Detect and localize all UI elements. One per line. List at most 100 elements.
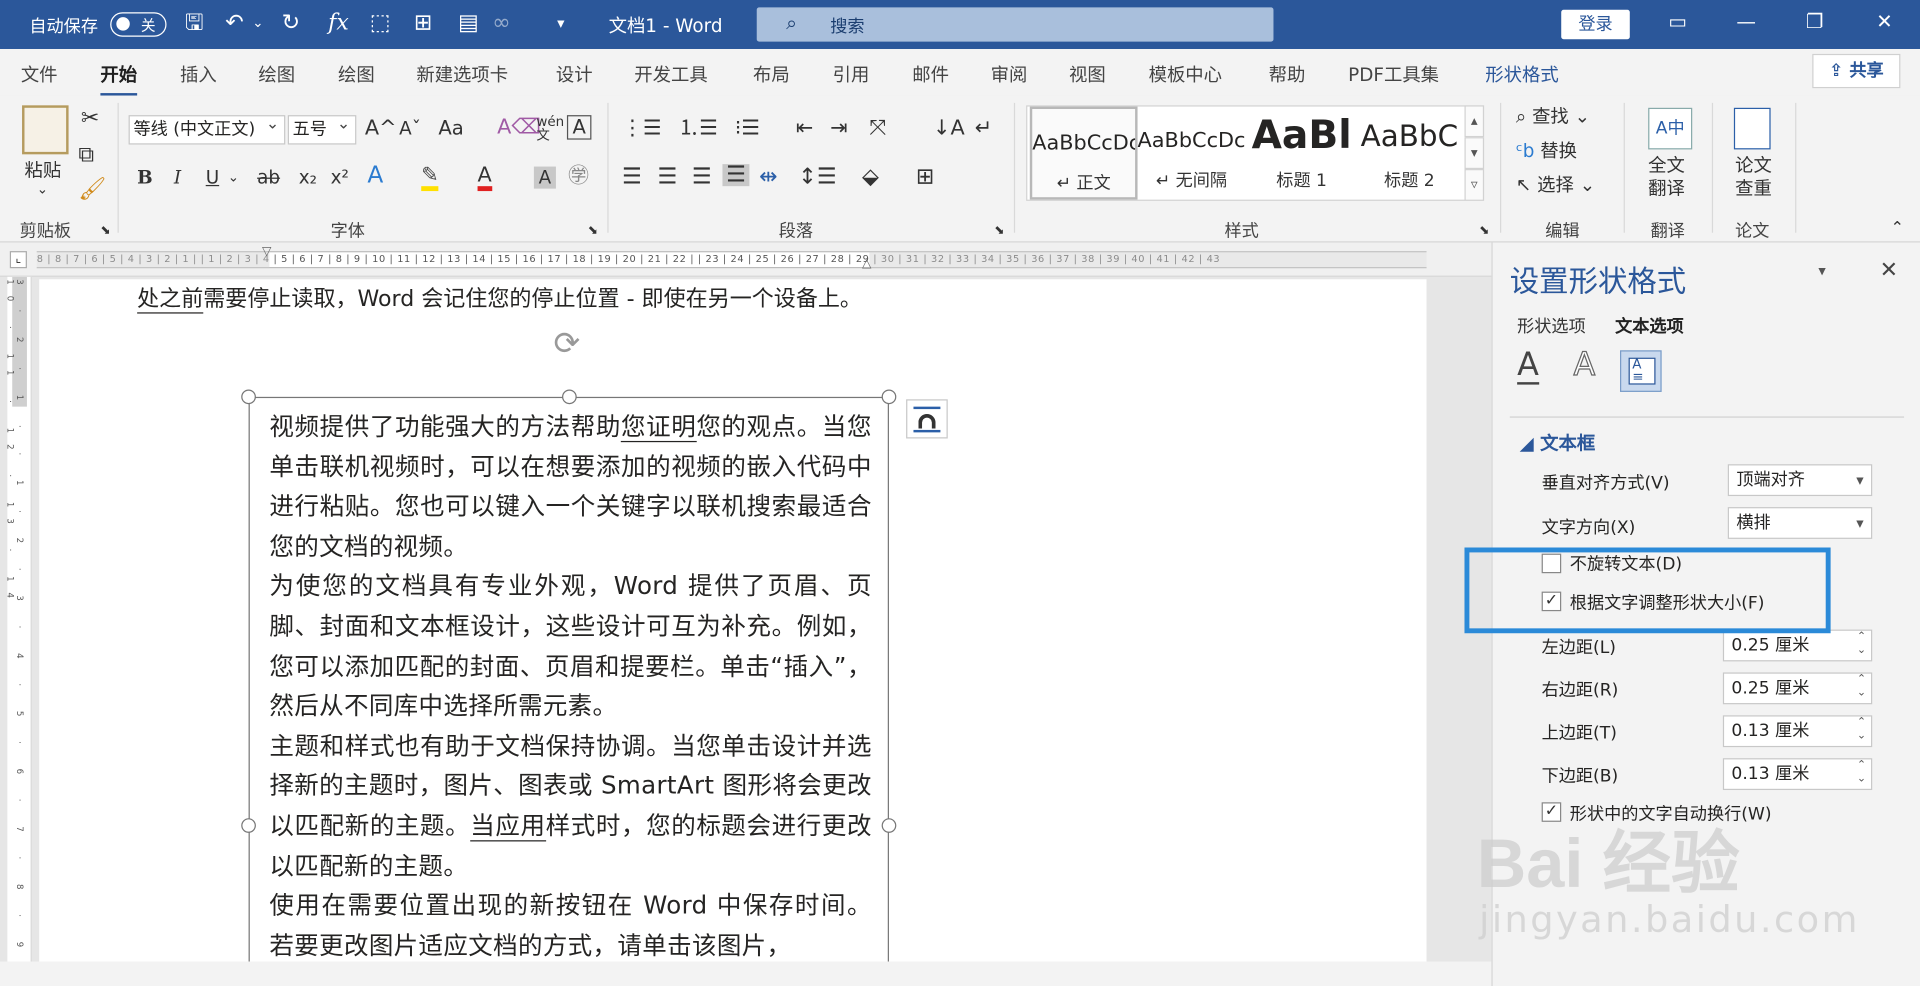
align-left-icon[interactable]: ☰ — [622, 166, 642, 189]
tab-insert[interactable]: 插入 — [180, 61, 217, 87]
find-button[interactable]: ⌕ 查找 ⌄ — [1516, 105, 1590, 127]
superscript-button[interactable]: x² — [331, 167, 349, 189]
increase-indent-icon[interactable]: ⇥ — [830, 118, 847, 140]
top-margin-input[interactable]: 0.13 厘米 ⌃ ⌄ — [1722, 715, 1873, 748]
collapse-ribbon-icon[interactable]: ⌃ — [1891, 218, 1904, 240]
text-effects-icon[interactable]: A — [367, 164, 383, 187]
indent-marker-icon[interactable]: ▽ — [262, 245, 271, 258]
textdir-dropdown[interactable]: 横排 — [1727, 507, 1873, 539]
translate-icon[interactable]: A中 — [1648, 107, 1693, 150]
tab-text-options[interactable]: 文本选项 — [1615, 314, 1684, 338]
paragraph-marks-icon[interactable]: ↵ — [975, 118, 992, 140]
bottom-margin-input[interactable]: 0.13 厘米 ⌃ ⌄ — [1722, 758, 1873, 791]
copy-icon[interactable]: ⧉ — [78, 144, 94, 167]
distributed-icon[interactable]: ⇹ — [759, 166, 777, 189]
translate-button-line2[interactable]: 翻译 — [1648, 178, 1685, 200]
tab-references[interactable]: 引用 — [833, 61, 870, 87]
multilevel-list-icon[interactable]: ⁝☰ — [735, 118, 760, 140]
tab-shape-format[interactable]: 形状格式 — [1485, 61, 1558, 87]
clipboard-launcher-icon[interactable]: ⬊ — [100, 220, 110, 242]
text-fill-icon[interactable]: A — [1517, 348, 1539, 385]
redo-icon[interactable]: ↻ — [282, 10, 300, 35]
tab-shape-options[interactable]: 形状选项 — [1517, 314, 1586, 338]
tab-template-center[interactable]: 模板中心 — [1149, 61, 1222, 87]
tab-mailings[interactable]: 邮件 — [912, 61, 949, 87]
customize-qat-icon[interactable]: ▾ — [557, 11, 564, 35]
styles-launcher-icon[interactable]: ⬊ — [1479, 220, 1489, 242]
paper-check-icon[interactable] — [1733, 107, 1771, 150]
tab-review[interactable]: 审阅 — [991, 61, 1028, 87]
italic-button[interactable]: I — [174, 167, 181, 189]
tab-selector-icon[interactable]: ⌞ — [9, 251, 27, 269]
decrease-indent-icon[interactable]: ⇤ — [796, 118, 813, 140]
shading-icon[interactable]: ⬙ — [862, 166, 879, 189]
spinner-icon[interactable]: ⌃ ⌄ — [1857, 759, 1866, 786]
paper-check-line2[interactable]: 查重 — [1735, 178, 1772, 200]
text-outline-icon[interactable]: A — [1573, 347, 1596, 383]
restore-icon[interactable]: ❐ — [1796, 10, 1833, 33]
borders-icon[interactable]: ⊞ — [916, 166, 934, 189]
autosave-toggle[interactable]: 关 — [110, 12, 167, 37]
grow-font-icon[interactable]: A^ — [365, 118, 397, 140]
layout-options-icon[interactable] — [906, 399, 948, 439]
left-margin-input[interactable]: 0.25 厘米 ⌃ ⌄ — [1722, 629, 1873, 662]
textbox-layout-icon[interactable]: A ≡ — [1620, 350, 1662, 392]
tab-pdf-tools[interactable]: PDF工具集 — [1348, 61, 1439, 87]
undo-dropdown-icon[interactable]: ⌄ — [252, 11, 263, 35]
tab-new[interactable]: 新建选项卡 — [416, 61, 508, 87]
font-size-combo[interactable]: 五号 — [287, 115, 357, 145]
format-painter-icon[interactable]: 🖌 — [78, 178, 106, 201]
resize-handle[interactable] — [241, 389, 256, 405]
undo-icon[interactable]: ↶ — [225, 10, 243, 35]
hierarchy-icon[interactable]: ⊞ — [414, 10, 432, 35]
close-icon[interactable]: ✕ — [1866, 10, 1903, 33]
section-textbox[interactable]: ◢ 文本框 — [1520, 430, 1596, 456]
sort-icon[interactable]: ↓A — [933, 118, 965, 140]
font-launcher-icon[interactable]: ⬊ — [588, 220, 598, 242]
valign-dropdown[interactable]: 顶端对齐 — [1727, 464, 1873, 497]
phonetic-guide-icon[interactable]: wén 文 — [536, 115, 564, 142]
share-button[interactable]: ⇪ 共享 — [1812, 53, 1901, 89]
tab-help[interactable]: 帮助 — [1269, 61, 1306, 87]
ribbon-display-icon[interactable]: ▭ — [1659, 10, 1696, 33]
font-name-combo[interactable]: 等线 (中文正文) — [128, 115, 286, 145]
strikethrough-button[interactable]: ab — [257, 167, 280, 189]
spinner-icon[interactable]: ⌃ ⌄ — [1857, 631, 1866, 658]
spinner-icon[interactable]: ⌃ ⌄ — [1857, 674, 1866, 701]
tab-draw-2[interactable]: 绘图 — [338, 61, 375, 87]
resize-handle[interactable] — [562, 389, 577, 405]
subscript-button[interactable]: x₂ — [299, 167, 317, 189]
tab-developer[interactable]: 开发工具 — [634, 61, 707, 87]
enclose-char-icon[interactable]: ㊫ — [568, 165, 589, 187]
char-border-icon[interactable]: A — [566, 115, 592, 140]
resize-handle[interactable] — [881, 818, 897, 833]
paper-check-line1[interactable]: 论文 — [1735, 154, 1772, 176]
align-center-icon[interactable]: ☰ — [658, 166, 678, 189]
pane-close-icon[interactable]: ✕ — [1880, 257, 1898, 283]
translate-button-line1[interactable]: 全文 — [1648, 154, 1685, 176]
numbering-icon[interactable]: ⒈☰ — [678, 118, 717, 140]
document-page[interactable]: 处之前需要停止读取，Word 会记住您的停止位置 - 即使在另一个设备上。 ⟳ … — [39, 279, 1427, 973]
char-shading-icon[interactable]: A — [533, 166, 556, 189]
clear-format-icon[interactable]: A⌫ — [497, 116, 541, 138]
styles-scroll-up-icon[interactable]: ▴ — [1464, 105, 1485, 138]
spinner-icon[interactable]: ⌃ ⌄ — [1857, 717, 1866, 744]
style-heading-2[interactable]: AaBbC 标题 2 — [1356, 107, 1464, 200]
tab-file[interactable]: 文件 — [21, 61, 58, 87]
wrap-text-checkbox[interactable]: ✓ — [1541, 802, 1562, 822]
tab-view[interactable]: 视图 — [1069, 61, 1106, 87]
underline-dropdown-icon[interactable]: ⌄ — [228, 167, 239, 189]
select-button[interactable]: ↖ 选择 ⌄ — [1516, 174, 1595, 196]
replace-button[interactable]: ᶜb 替换 — [1516, 140, 1577, 162]
paste-dropdown-icon[interactable]: ⌄ — [37, 179, 48, 201]
tab-home[interactable]: 开始 — [100, 61, 138, 97]
style-heading-1[interactable]: AaBl 标题 1 — [1248, 107, 1356, 200]
highlight-icon[interactable]: ✎ — [421, 164, 439, 192]
right-indent-marker-icon[interactable]: △ — [862, 257, 871, 270]
resize-handle[interactable] — [881, 389, 897, 405]
style-no-spacing[interactable]: AaBbCcDc ↵ 无间隔 — [1138, 107, 1246, 200]
styles-more-icon[interactable]: ▿ — [1464, 169, 1485, 201]
right-margin-input[interactable]: 0.25 厘米 ⌃ ⌄ — [1722, 672, 1873, 705]
shrink-font-icon[interactable]: Aˇ — [399, 118, 421, 140]
pane-options-icon[interactable]: ▾ — [1818, 262, 1825, 279]
